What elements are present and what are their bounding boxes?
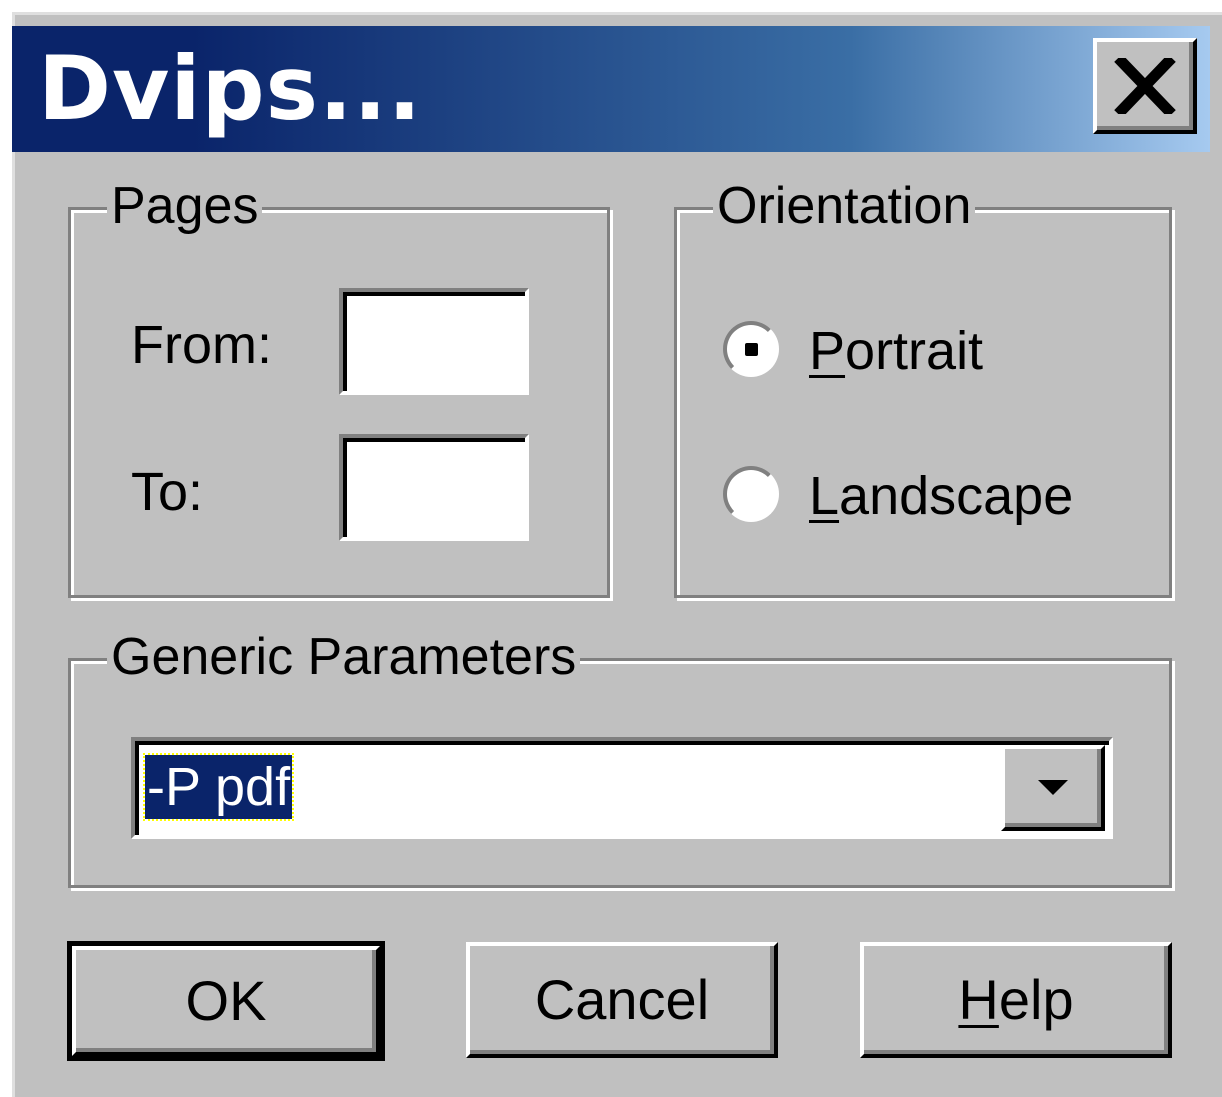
dropdown-button[interactable] [1001, 745, 1105, 831]
chevron-down-icon [1038, 780, 1068, 795]
help-label: Help [958, 968, 1074, 1031]
orientation-legend: Orientation [713, 176, 976, 236]
from-label: From: [131, 315, 272, 375]
help-button[interactable]: Help [860, 942, 1172, 1058]
to-label: To: [131, 462, 204, 522]
pages-group: Pages From: To: [68, 176, 610, 598]
generic-parameters-group: Generic Parameters -P pdf [68, 627, 1172, 888]
pages-legend: Pages [107, 176, 263, 236]
orientation-group: Orientation Portrait Landscape [674, 176, 1172, 598]
title-bar[interactable]: Dvips... [12, 26, 1210, 152]
generic-parameters-legend: Generic Parameters [107, 627, 581, 687]
landscape-radio[interactable] [723, 466, 779, 522]
close-button[interactable] [1093, 38, 1197, 134]
landscape-radio-option[interactable]: Landscape [717, 460, 1137, 530]
close-icon [1114, 58, 1176, 114]
ok-button[interactable]: OK [67, 941, 385, 1061]
generic-parameters-combobox[interactable]: -P pdf [131, 737, 1113, 839]
portrait-label: Portrait [809, 321, 984, 381]
portrait-radio[interactable] [723, 321, 779, 377]
cancel-button[interactable]: Cancel [466, 942, 778, 1058]
to-input[interactable] [339, 434, 529, 541]
portrait-radio-option[interactable]: Portrait [717, 315, 1137, 385]
landscape-label: Landscape [809, 466, 1074, 526]
from-input[interactable] [339, 288, 529, 395]
generic-parameters-value[interactable]: -P pdf [142, 753, 295, 821]
window-title: Dvips... [38, 37, 423, 140]
radio-selected-dot [745, 343, 758, 356]
